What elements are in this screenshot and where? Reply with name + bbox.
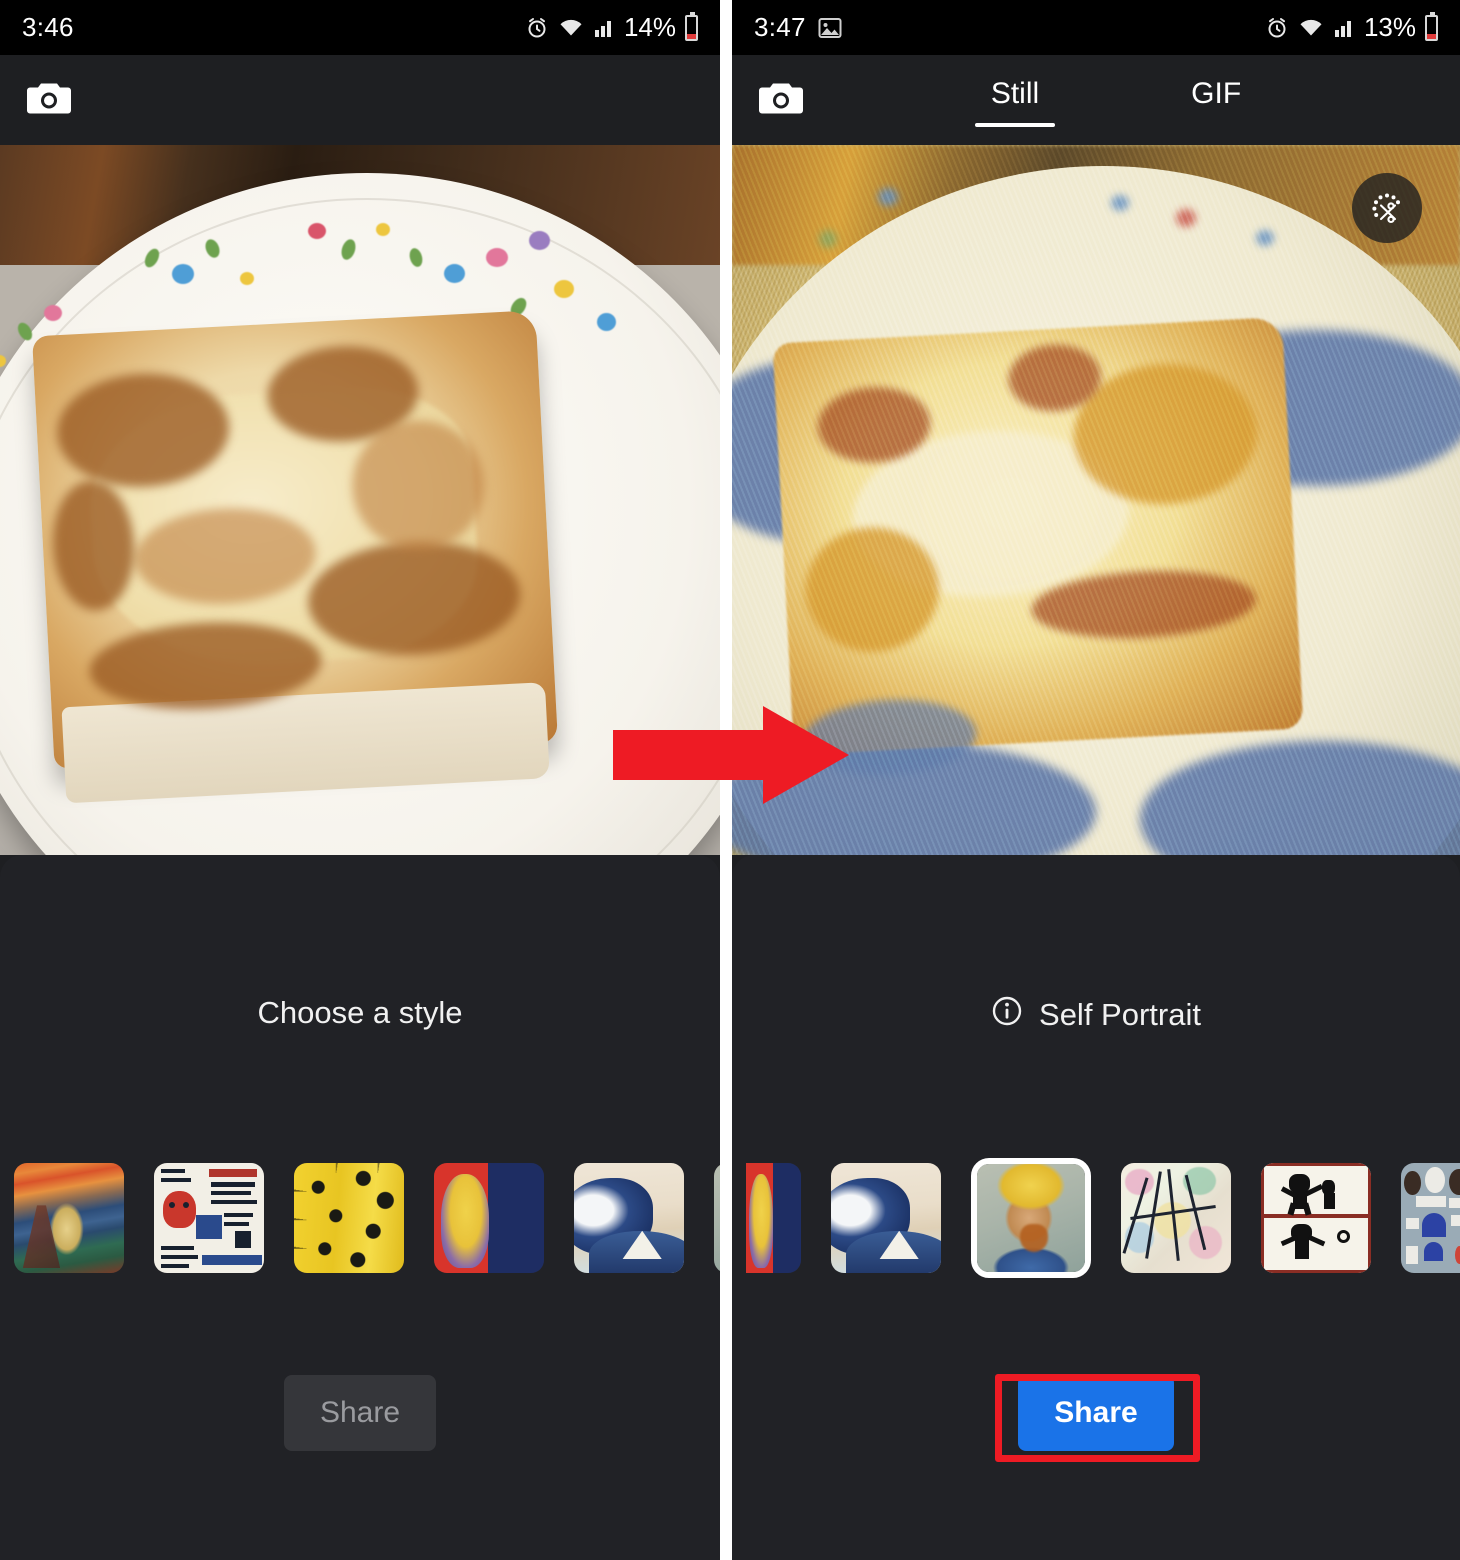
artwork-thumb-image	[14, 1162, 124, 1273]
phone-screen-before: 3:46 14% Choose a style Share	[0, 0, 720, 1560]
artwork-thumb-image	[1401, 1162, 1460, 1273]
signal-icon	[1333, 17, 1355, 39]
style-thumb-klee[interactable]	[294, 1162, 404, 1273]
battery-percent: 13%	[1363, 12, 1416, 42]
sheet-title: Choose a style	[257, 995, 463, 1030]
share-button[interactable]: Share	[1018, 1375, 1174, 1451]
artwork-thumb-image	[154, 1162, 264, 1273]
artwork-thumb-image	[714, 1162, 720, 1273]
artwork-thumb-image	[294, 1162, 404, 1273]
artwork-thumb-image	[977, 1163, 1085, 1272]
styled-photo[interactable]	[732, 145, 1460, 855]
artwork-thumb-image	[831, 1162, 941, 1273]
status-notification-cluster	[818, 17, 842, 39]
status-bar: 3:46 14%	[0, 0, 720, 55]
toast-subject	[32, 309, 559, 803]
app-bar: Still GIF	[732, 55, 1460, 145]
status-time: 3:46	[22, 12, 74, 42]
style-thumbnail-strip[interactable]	[0, 1155, 720, 1280]
alarm-icon	[525, 16, 549, 40]
artwork-thumb-image	[1121, 1162, 1231, 1273]
style-thumb-leger[interactable]	[1401, 1162, 1460, 1273]
share-button[interactable]: Share	[283, 1375, 437, 1451]
camera-icon[interactable]	[758, 78, 804, 123]
wifi-icon	[1298, 17, 1324, 39]
artwork-thumb-image	[746, 1162, 801, 1273]
sheet-title: Self Portrait	[1039, 997, 1201, 1032]
camera-icon[interactable]	[26, 78, 72, 123]
share-area: Share	[0, 1375, 720, 1451]
style-thumb-great-wave[interactable]	[574, 1162, 684, 1273]
sheet-title-row: Choose a style	[0, 995, 720, 1031]
wifi-icon	[558, 17, 584, 39]
photo-canvas	[732, 145, 1460, 855]
status-right-cluster: 13%	[1265, 11, 1438, 43]
battery-percent: 14%	[623, 12, 676, 42]
style-thumb-self-portrait[interactable]	[971, 1157, 1091, 1278]
image-icon	[818, 17, 842, 39]
alarm-icon	[1265, 16, 1289, 40]
source-photo[interactable]	[0, 145, 720, 855]
photo-canvas	[0, 145, 720, 855]
status-time: 3:47	[754, 12, 806, 42]
artwork-thumb-image	[1261, 1162, 1371, 1273]
style-thumb-haring[interactable]	[1261, 1162, 1371, 1273]
sheet-title-row: Self Portrait	[732, 995, 1460, 1035]
crop-scissors-icon[interactable]	[1352, 173, 1422, 243]
style-thumb-self-portrait[interactable]	[714, 1162, 720, 1273]
status-right-cluster: 14%	[525, 11, 698, 43]
phone-screen-after: 3:47 13% Still GIF Self Portrait Share	[732, 0, 1460, 1560]
app-bar	[0, 55, 720, 145]
artwork-thumb-image	[434, 1162, 544, 1273]
tab-gif[interactable]: GIF	[1175, 73, 1257, 127]
battery-icon	[1425, 11, 1438, 41]
share-area: Share	[732, 1375, 1460, 1451]
style-thumb-basquiat[interactable]	[154, 1162, 264, 1273]
style-sheet: Choose a style Share	[0, 855, 720, 1560]
style-thumb-warhol[interactable]	[434, 1162, 544, 1273]
status-bar: 3:47 13%	[732, 0, 1460, 55]
artwork-thumb-image	[574, 1162, 684, 1273]
tab-still[interactable]: Still	[974, 73, 1056, 127]
style-thumbnail-strip[interactable]	[732, 1155, 1460, 1280]
mode-tabs: Still GIF	[732, 73, 1460, 127]
signal-icon	[593, 17, 615, 39]
screenshot-stage: 3:46 14% Choose a style Share 3:47 13% S…	[0, 0, 1460, 1560]
style-thumb-kandinsky[interactable]	[1121, 1162, 1231, 1273]
style-thumb-scream[interactable]	[14, 1162, 124, 1273]
style-sheet: Self Portrait Share	[732, 855, 1460, 1560]
info-icon[interactable]	[991, 995, 1023, 1035]
style-thumb-great-wave[interactable]	[831, 1162, 941, 1273]
battery-icon	[685, 11, 698, 41]
style-thumb-warhol[interactable]	[746, 1162, 801, 1273]
